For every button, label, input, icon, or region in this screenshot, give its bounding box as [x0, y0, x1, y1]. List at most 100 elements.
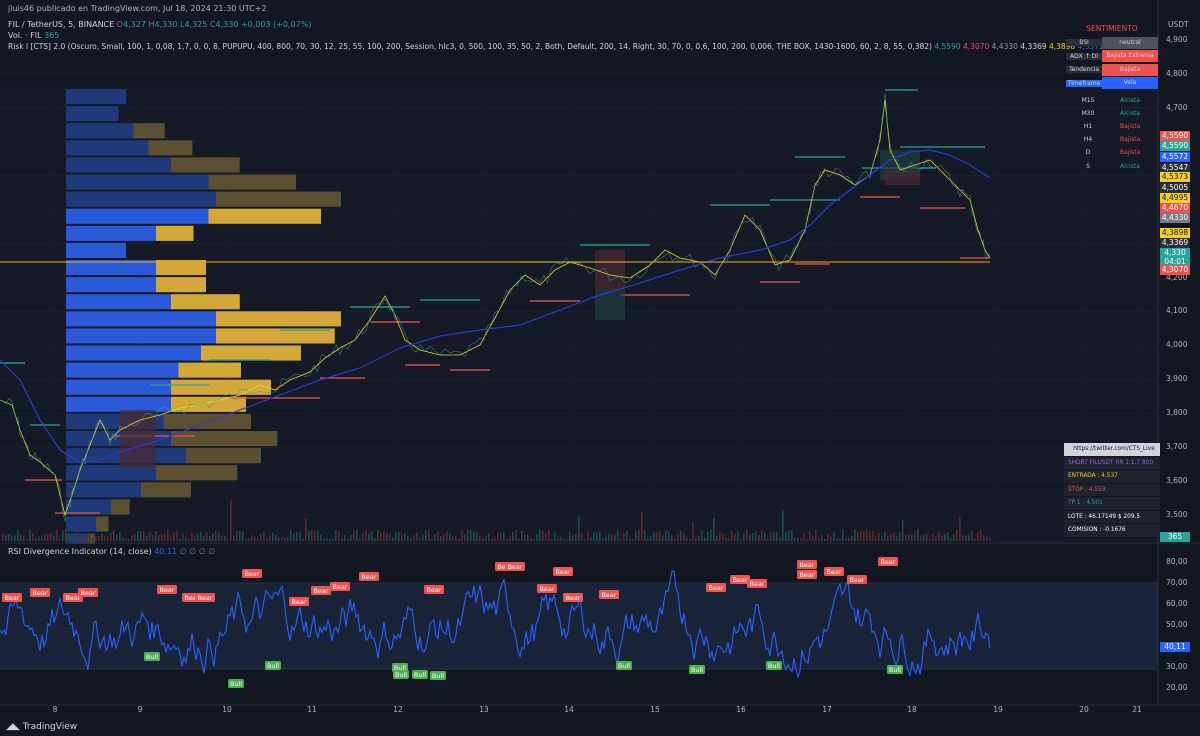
volume-bar	[767, 538, 769, 541]
volume-bar	[971, 530, 973, 541]
symbol-name[interactable]: FIL / TetherUS, 5, BINANCE	[8, 20, 114, 29]
volume-bar	[635, 530, 637, 541]
volume-bar	[755, 531, 757, 541]
vp-bar-buy	[66, 242, 126, 258]
volume-bar	[437, 531, 439, 541]
volume-bar	[377, 529, 379, 541]
volume-bar	[827, 533, 829, 541]
chart-canvas[interactable]: BearBearBearBear BearBearBearBear BearBear…	[0, 0, 1200, 736]
vp-bar-buy	[66, 106, 119, 122]
volume-bar	[731, 531, 733, 541]
volume-bar	[545, 533, 547, 541]
vp-bar-buy	[66, 123, 134, 139]
volume-bar	[887, 535, 889, 541]
sentiment-key: BSI	[1066, 39, 1102, 46]
volume-bar	[704, 536, 706, 541]
volume-bar	[77, 531, 79, 541]
volume-bar	[773, 531, 775, 541]
volume-bar	[962, 535, 964, 541]
volume-bar	[644, 530, 646, 541]
time-tick: 17	[822, 705, 832, 714]
trade-link[interactable]: https://twitter.com/CTS_Live	[1064, 443, 1160, 457]
volume-bar	[263, 532, 265, 541]
volume-bar	[677, 534, 679, 541]
bear-label: Bear	[732, 576, 747, 584]
rsi-legend[interactable]: RSI Divergence Indicator (14, close) 40,…	[8, 547, 215, 556]
vp-bar-buy	[66, 140, 149, 156]
timeframe-value: Bajista	[1120, 122, 1141, 130]
zone-box	[595, 250, 625, 290]
volume-bar	[464, 534, 466, 541]
bear-label: Bear	[749, 580, 764, 588]
volume-bar	[320, 534, 322, 541]
volume-bar	[62, 530, 64, 541]
tradingview-logo-icon: ◢◣	[6, 722, 20, 732]
volume-bar	[443, 534, 445, 541]
timeframe-row: H1 Bajista	[1066, 120, 1158, 133]
volume-bar	[413, 534, 415, 541]
volume-bar	[866, 529, 868, 541]
bull-label: Bull	[230, 680, 242, 688]
sentiment-key: Timeframe	[1066, 79, 1102, 87]
risk-indicator-legend[interactable]: Risk I [CTS] 2.0 (Oscuro, Small, 100, 1,…	[8, 42, 1158, 51]
rsi-tick: 60,00	[1166, 599, 1188, 608]
bull-label: Bull	[691, 666, 703, 674]
volume-bar	[104, 535, 106, 541]
sentiment-value: Bajista	[1102, 63, 1158, 76]
vp-bar-sell	[208, 174, 296, 190]
volume-bar	[521, 530, 523, 541]
volume-bar	[242, 531, 244, 541]
volume-bar	[89, 535, 91, 541]
volume-bar	[959, 517, 961, 541]
volume-bar	[230, 500, 232, 541]
volume-bar	[899, 532, 901, 541]
volume-bar	[512, 531, 514, 541]
vp-bar-sell	[148, 140, 193, 156]
time-tick: 11	[307, 705, 317, 714]
vp-bar-sell	[111, 499, 130, 515]
volume-bar	[362, 533, 364, 541]
volume-bar	[776, 531, 778, 541]
volume-bar	[47, 534, 49, 541]
volume-legend[interactable]: Vol. · FIL 365	[8, 31, 59, 40]
volume-bar	[824, 538, 826, 541]
tradingview-logo[interactable]: ◢◣ TradingView	[6, 722, 77, 732]
volume-bar	[749, 534, 751, 541]
volume-bar	[482, 537, 484, 541]
bear-label: Bear	[507, 563, 522, 571]
volume-bar	[968, 535, 970, 541]
tradingview-logo-text: TradingView	[22, 722, 78, 732]
bull-label: Bull	[146, 653, 158, 661]
time-tick: 9	[138, 705, 143, 714]
volume-bar	[179, 538, 181, 541]
vp-bar-buy	[66, 225, 156, 241]
volume-bar	[857, 532, 859, 541]
volume-bar	[347, 538, 349, 541]
volume-bar	[314, 531, 316, 541]
volume-bar	[221, 535, 223, 541]
volume-bar	[764, 532, 766, 541]
volume-bar	[218, 532, 220, 541]
trade-short: SHORT FILUSDT RR 1:1.7 800	[1064, 456, 1160, 470]
volume-bar	[293, 533, 295, 541]
volume-bar	[986, 536, 988, 541]
volume-bar	[770, 532, 772, 541]
volume-bar	[380, 532, 382, 541]
bear-label: Bear	[601, 591, 616, 599]
vp-bar-buy	[66, 379, 171, 395]
volume-bar	[458, 538, 460, 541]
volume-bar	[23, 535, 25, 541]
volume-bar	[626, 530, 628, 541]
volume-bar	[932, 533, 934, 541]
volume-bar	[914, 530, 916, 541]
volume-bar	[710, 529, 712, 541]
volume-bar	[830, 536, 832, 541]
volume-bar	[2, 533, 4, 541]
symbol-line[interactable]: FIL / TetherUS, 5, BINANCE O4,327 H4,330…	[8, 20, 311, 29]
volume-bar	[785, 531, 787, 541]
rsi-legend-value: 40,11	[154, 547, 178, 556]
volume-bar	[113, 530, 115, 541]
volume-bar	[815, 529, 817, 541]
risk-val-3: 4,3369	[1020, 42, 1047, 51]
volume-bar	[17, 529, 19, 541]
